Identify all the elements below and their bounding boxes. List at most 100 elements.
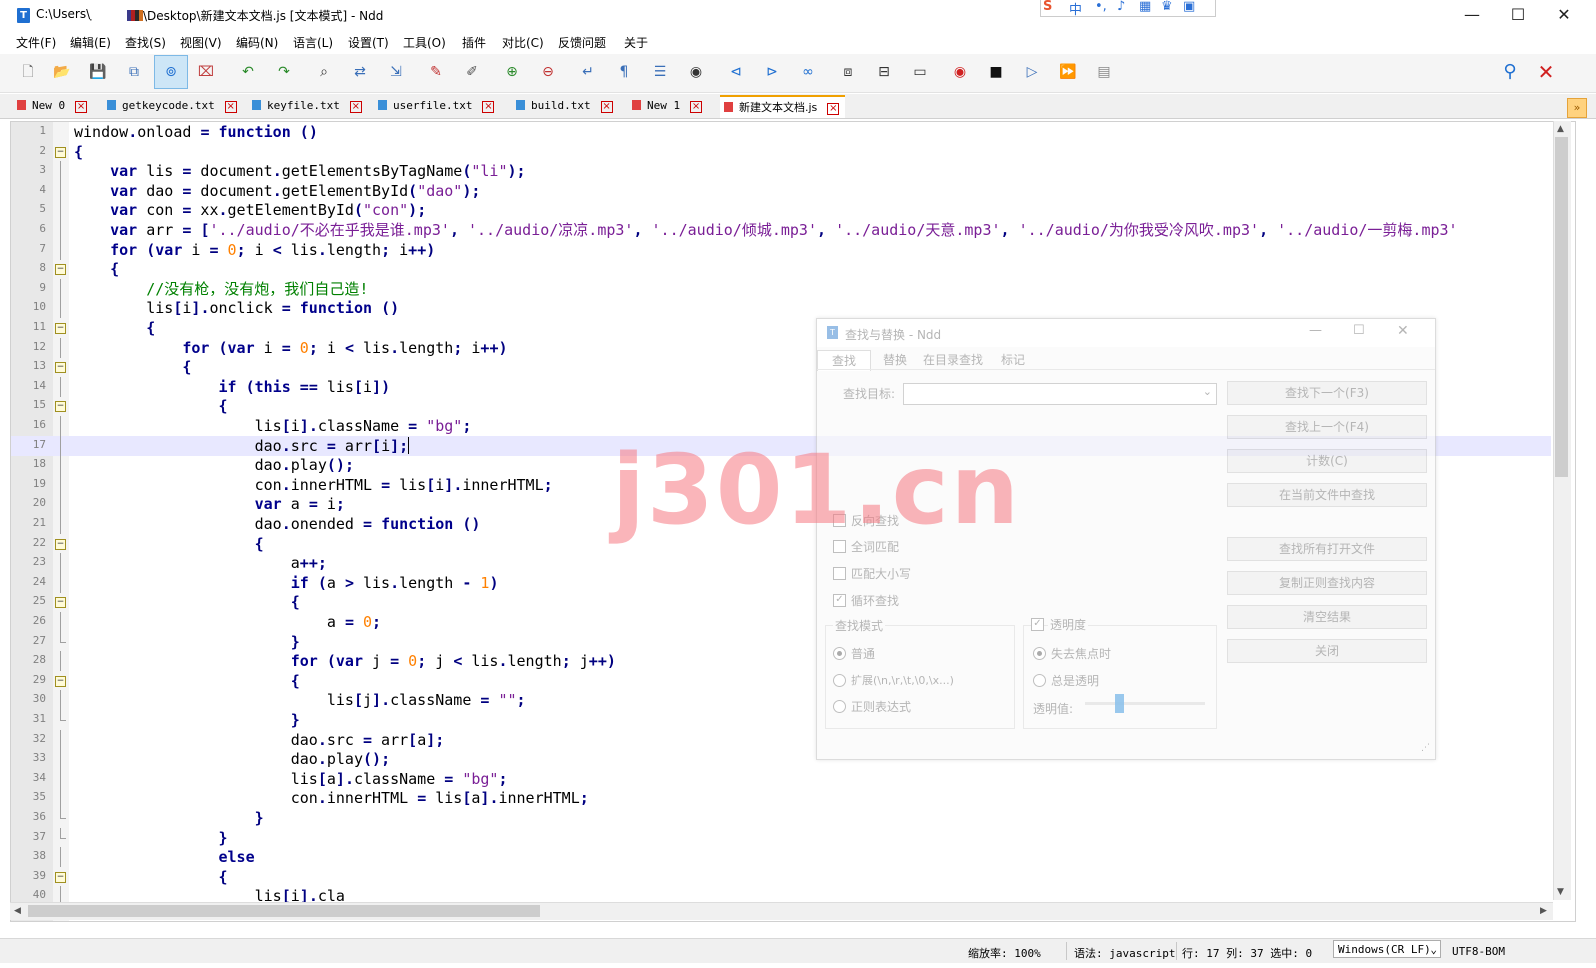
close-panel-icon[interactable]: ✕: [1536, 62, 1556, 82]
code-text[interactable]: }: [74, 808, 264, 828]
close-dialog-button[interactable]: 关闭: [1227, 639, 1427, 663]
scroll-left-icon[interactable]: ◀: [14, 906, 21, 916]
keyboard-icon[interactable]: ▦: [1139, 0, 1151, 14]
code-line[interactable]: 9 //没有枪，没有炮，我们自己造!: [11, 278, 1551, 299]
tab-close-icon[interactable]: ×: [482, 101, 495, 113]
code-text[interactable]: if (this == lis[i]): [74, 377, 391, 397]
code-text[interactable]: {: [74, 357, 191, 377]
code-line[interactable]: 1 window.onload = function (): [11, 122, 1551, 142]
menu-view[interactable]: 视图(V): [180, 34, 222, 51]
tab-close-icon[interactable]: ×: [827, 103, 840, 115]
next-icon[interactable]: ⊳: [762, 62, 782, 82]
find-prev-button[interactable]: 查找上一个(F4): [1227, 415, 1427, 439]
menu-encoding[interactable]: 编码(N): [236, 34, 278, 51]
mode-regex-radio[interactable]: [833, 700, 846, 713]
dialog-maximize-icon[interactable]: ☐: [1353, 323, 1365, 338]
run-macro-multiple-icon[interactable]: ⏩: [1058, 62, 1078, 82]
resize-grip-icon[interactable]: ⋰: [1421, 743, 1430, 753]
tab-build[interactable]: build.txt ×: [516, 95, 613, 117]
clear-results-button[interactable]: 清空结果: [1227, 605, 1427, 629]
tab-new-1[interactable]: New 1 ×: [632, 95, 703, 117]
tab-close-icon[interactable]: ×: [224, 101, 237, 113]
split-view-icon[interactable]: ⧈: [838, 62, 858, 82]
dialog-close-icon[interactable]: ✕: [1397, 323, 1409, 339]
scroll-right-icon[interactable]: ▶: [1540, 906, 1547, 916]
fold-toggle-icon[interactable]: −: [55, 401, 66, 413]
indent-guide-icon[interactable]: ☰: [650, 62, 670, 82]
zoom-out-icon[interactable]: ⊖: [538, 62, 558, 82]
code-line[interactable]: 4 var dao = document.getElementById("dao…: [11, 180, 1551, 201]
scroll-up-icon[interactable]: ▲: [1557, 124, 1564, 134]
dialog-tab-dir-find[interactable]: 在目录查找: [923, 350, 983, 370]
code-text[interactable]: for (var j = 0; j < lis.length; j++): [74, 651, 616, 671]
redo-icon[interactable]: ↷: [274, 62, 294, 82]
fold-toggle-icon[interactable]: −: [55, 675, 66, 687]
find-next-button[interactable]: 查找下一个(F3): [1227, 381, 1427, 405]
code-text[interactable]: lis[i].onclick = function (): [74, 298, 399, 318]
mode-extended-radio[interactable]: [833, 674, 846, 687]
code-line[interactable]: 2−{: [11, 142, 1551, 162]
code-text[interactable]: {: [74, 671, 300, 691]
maximize-button[interactable]: ☐: [1498, 4, 1538, 26]
code-line[interactable]: 5 var con = xx.getElementById("con");: [11, 200, 1551, 221]
menu-feedback[interactable]: 反馈问题: [558, 34, 606, 51]
code-line[interactable]: 8− {: [11, 259, 1551, 279]
tab-active-js[interactable]: 新建文本文档.js ×: [720, 95, 846, 118]
code-text[interactable]: window.onload = function (): [74, 122, 318, 142]
zoom-in-icon[interactable]: ⊕: [502, 62, 522, 82]
menu-tools[interactable]: 工具(O): [403, 34, 446, 51]
save-icon[interactable]: 💾: [88, 62, 108, 82]
record-macro-icon[interactable]: ◉: [950, 62, 970, 82]
play-macro-icon[interactable]: ▷: [1022, 62, 1042, 82]
code-text[interactable]: dao.play();: [74, 455, 354, 475]
microphone-icon[interactable]: ♪: [1117, 0, 1125, 14]
skin-icon[interactable]: ♛: [1161, 0, 1173, 14]
horizontal-scroll-thumb[interactable]: [28, 905, 540, 917]
code-text[interactable]: }: [74, 632, 300, 652]
code-line[interactable]: 3 var lis = document.getElementsByTagNam…: [11, 161, 1551, 182]
new-file-icon[interactable]: 🗋: [18, 62, 38, 82]
code-text[interactable]: dao.onended = function (): [74, 514, 481, 534]
code-text[interactable]: //没有枪，没有炮，我们自己造!: [74, 279, 368, 299]
pin-icon[interactable]: ⚲: [1500, 62, 1520, 82]
tab-userfile[interactable]: userfile.txt ×: [378, 95, 495, 117]
tab-close-icon[interactable]: ×: [600, 101, 613, 113]
fold-toggle-icon[interactable]: −: [55, 538, 66, 550]
transparency-slider-thumb[interactable]: [1115, 694, 1124, 713]
tab-list-chevron-icon[interactable]: »: [1567, 98, 1587, 118]
code-text[interactable]: a = 0;: [74, 612, 381, 632]
goto-line-icon[interactable]: ∞: [798, 62, 818, 82]
ime-toolbar[interactable]: S 中 •, ♪ ▦ ♛ ▣: [1040, 0, 1216, 18]
encoding-status[interactable]: UTF8-BOM: [1452, 945, 1505, 958]
code-text[interactable]: {: [74, 318, 155, 338]
code-text[interactable]: con.innerHTML = lis[i].innerHTML;: [74, 475, 553, 495]
mode-normal-radio[interactable]: [833, 647, 846, 660]
find-all-open-files-button[interactable]: 查找所有打开文件: [1227, 537, 1427, 561]
find-icon[interactable]: ⌕: [314, 62, 334, 82]
sync-view-icon[interactable]: ⊟: [874, 62, 894, 82]
copy-regex-result-button[interactable]: 复制正则查找内容: [1227, 571, 1427, 595]
code-line[interactable]: 10 lis[i].onclick = function (): [11, 298, 1551, 319]
word-wrap-icon[interactable]: ↵: [578, 62, 598, 82]
code-line[interactable]: 34 lis[a].className = "bg";: [11, 768, 1551, 789]
syntax-status[interactable]: 语法: javascript: [1074, 945, 1175, 961]
open-file-icon[interactable]: 📂: [52, 62, 72, 82]
dialog-tab-find[interactable]: 查找: [817, 350, 872, 371]
show-symbols-icon[interactable]: ¶: [614, 62, 634, 82]
code-text[interactable]: }: [74, 828, 228, 848]
dialog-tab-mark[interactable]: 标记: [1001, 350, 1025, 370]
code-text[interactable]: }: [74, 710, 300, 730]
code-text[interactable]: {: [74, 142, 83, 162]
code-line[interactable]: 7 for (var i = 0; i < lis.length; i++): [11, 239, 1551, 260]
fold-toggle-icon[interactable]: −: [55, 146, 66, 158]
tab-close-icon[interactable]: ×: [690, 101, 703, 113]
fold-toggle-icon[interactable]: −: [55, 597, 66, 609]
count-button[interactable]: 计数(C): [1227, 449, 1427, 473]
code-text[interactable]: for (var i = 0; i < lis.length; i++): [74, 338, 507, 358]
code-text[interactable]: {: [74, 592, 300, 612]
replace-icon[interactable]: ⇄: [350, 62, 370, 82]
transparency-slider-track[interactable]: [1085, 702, 1205, 705]
find-in-current-file-button[interactable]: 在当前文件中查找: [1227, 483, 1427, 507]
menu-plugins[interactable]: 插件: [462, 34, 486, 51]
code-line[interactable]: 36 }: [11, 808, 1551, 828]
